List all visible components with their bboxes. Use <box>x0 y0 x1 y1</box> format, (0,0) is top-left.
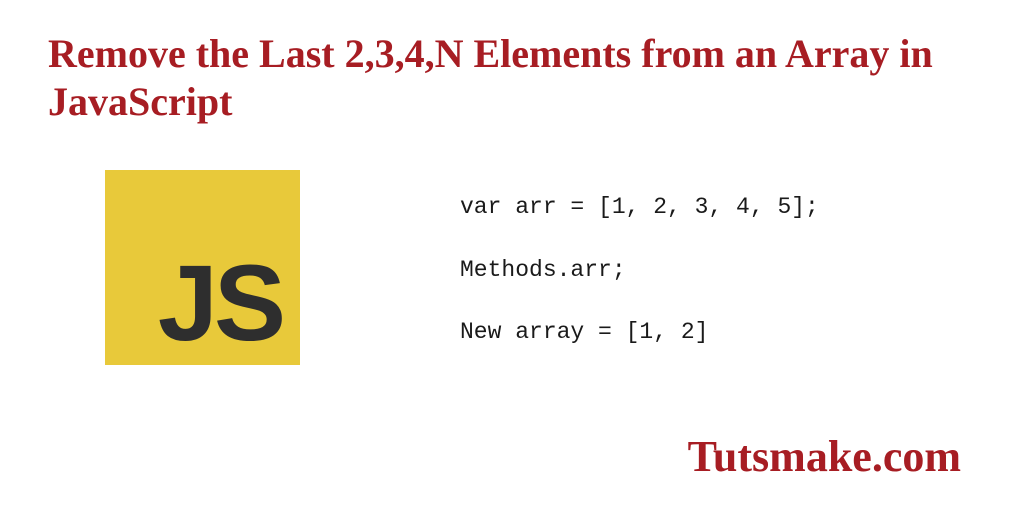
js-logo-text: JS <box>158 249 282 357</box>
code-block: var arr = [1, 2, 3, 4, 5]; Methods.arr; … <box>460 190 819 378</box>
code-line-2: Methods.arr; <box>460 253 819 288</box>
js-logo: JS <box>105 170 300 365</box>
code-line-1: var arr = [1, 2, 3, 4, 5]; <box>460 190 819 225</box>
page-title: Remove the Last 2,3,4,N Elements from an… <box>48 30 973 126</box>
brand-name: Tutsmake.com <box>688 431 961 482</box>
code-line-3: New array = [1, 2] <box>460 315 819 350</box>
